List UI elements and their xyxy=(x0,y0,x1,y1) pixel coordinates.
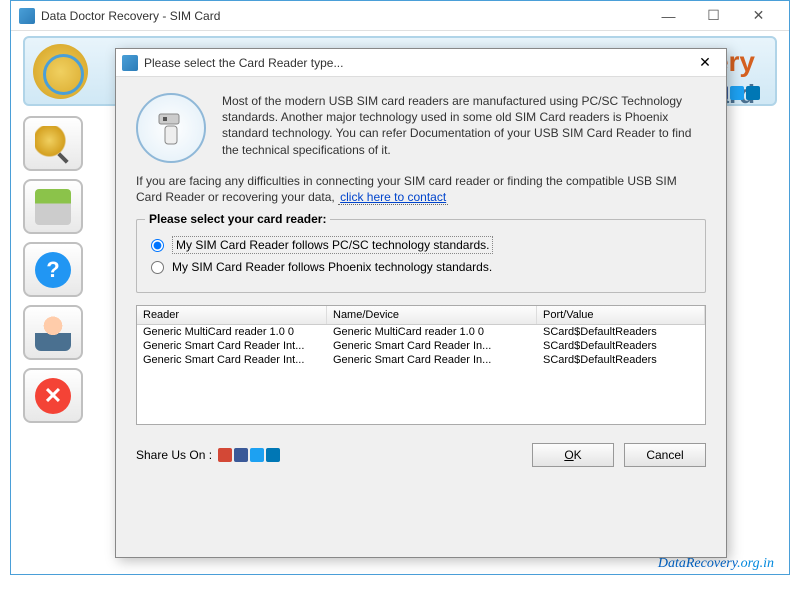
cell: Generic Smart Card Reader In... xyxy=(327,339,537,353)
reader-table[interactable]: Reader Name/Device Port/Value Generic Mu… xyxy=(136,305,706,425)
info-extra: If you are facing any difficulties in co… xyxy=(136,173,706,205)
cell: Generic Smart Card Reader Int... xyxy=(137,339,327,353)
app-icon xyxy=(19,8,35,24)
dialog-titlebar: Please select the Card Reader type... ✕ xyxy=(116,49,726,77)
share-label: Share Us On : xyxy=(136,448,212,462)
footer-link-part2: .org.in xyxy=(737,556,774,571)
facebook-icon[interactable] xyxy=(234,448,248,462)
table-row[interactable]: Generic Smart Card Reader Int... Generic… xyxy=(137,353,705,367)
cell: Generic Smart Card Reader Int... xyxy=(137,353,327,367)
radio-pcsc[interactable]: My SIM Card Reader follows PC/SC technol… xyxy=(151,236,691,254)
cancel-button[interactable]: Cancel xyxy=(624,443,706,467)
card-reader-fieldset: Please select your card reader: My SIM C… xyxy=(136,219,706,293)
sidebar-search-button[interactable] xyxy=(23,116,83,171)
close-button[interactable]: ✕ xyxy=(736,2,781,30)
fieldset-legend: Please select your card reader: xyxy=(145,212,330,226)
dialog-close-button[interactable]: ✕ xyxy=(690,51,720,75)
cell: Generic MultiCard reader 1.0 0 xyxy=(327,325,537,339)
usb-reader-icon xyxy=(136,93,206,163)
share-icon[interactable] xyxy=(746,86,760,100)
twitter-icon[interactable] xyxy=(250,448,264,462)
card-reader-dialog: Please select the Card Reader type... ✕ … xyxy=(115,48,727,558)
sidebar-exit-button[interactable]: ✕ xyxy=(23,368,83,423)
col-port[interactable]: Port/Value xyxy=(537,306,705,324)
sidebar-help-button[interactable]: ? xyxy=(23,242,83,297)
cell: SCard$DefaultReaders xyxy=(537,353,705,367)
radio-phoenix-input[interactable] xyxy=(151,261,164,274)
col-name[interactable]: Name/Device xyxy=(327,306,537,324)
table-header: Reader Name/Device Port/Value xyxy=(137,306,705,325)
minimize-button[interactable]: — xyxy=(646,2,691,30)
table-row[interactable]: Generic Smart Card Reader Int... Generic… xyxy=(137,339,705,353)
main-title: Data Doctor Recovery - SIM Card xyxy=(41,9,646,23)
search-icon xyxy=(35,126,71,162)
cell: Generic MultiCard reader 1.0 0 xyxy=(137,325,327,339)
close-icon: ✕ xyxy=(35,378,71,414)
help-icon: ? xyxy=(35,252,71,288)
share-icons xyxy=(218,448,280,462)
radio-pcsc-input[interactable] xyxy=(151,239,164,252)
dialog-icon xyxy=(122,55,138,71)
footer-link[interactable]: DataRecovery.org.in xyxy=(658,556,774,572)
maximize-button[interactable]: ☐ xyxy=(691,2,736,30)
sidebar-about-button[interactable] xyxy=(23,305,83,360)
share-icon[interactable] xyxy=(266,448,280,462)
ok-button[interactable]: OK xyxy=(532,443,614,467)
user-icon xyxy=(35,315,71,351)
sidebar-recover-button[interactable] xyxy=(23,179,83,234)
dialog-title: Please select the Card Reader type... xyxy=(144,56,690,70)
radio-pcsc-label: My SIM Card Reader follows PC/SC technol… xyxy=(172,236,493,254)
contact-link[interactable]: click here to contact xyxy=(338,190,448,205)
table-row[interactable]: Generic MultiCard reader 1.0 0 Generic M… xyxy=(137,325,705,339)
drive-icon xyxy=(35,189,71,225)
info-text: Most of the modern USB SIM card readers … xyxy=(222,93,706,163)
col-reader[interactable]: Reader xyxy=(137,306,327,324)
cell: SCard$DefaultReaders xyxy=(537,339,705,353)
twitter-icon[interactable] xyxy=(730,86,744,100)
radio-phoenix-label: My SIM Card Reader follows Phoenix techn… xyxy=(172,260,492,274)
cell: Generic Smart Card Reader In... xyxy=(327,353,537,367)
footer-link-part1: DataRecovery xyxy=(658,556,737,571)
sidebar: ? ✕ xyxy=(23,116,88,423)
radio-phoenix[interactable]: My SIM Card Reader follows Phoenix techn… xyxy=(151,260,691,274)
magnifier-sim-icon xyxy=(33,44,88,99)
main-titlebar: Data Doctor Recovery - SIM Card — ☐ ✕ xyxy=(11,1,789,31)
google-plus-icon[interactable] xyxy=(218,448,232,462)
cell: SCard$DefaultReaders xyxy=(537,325,705,339)
